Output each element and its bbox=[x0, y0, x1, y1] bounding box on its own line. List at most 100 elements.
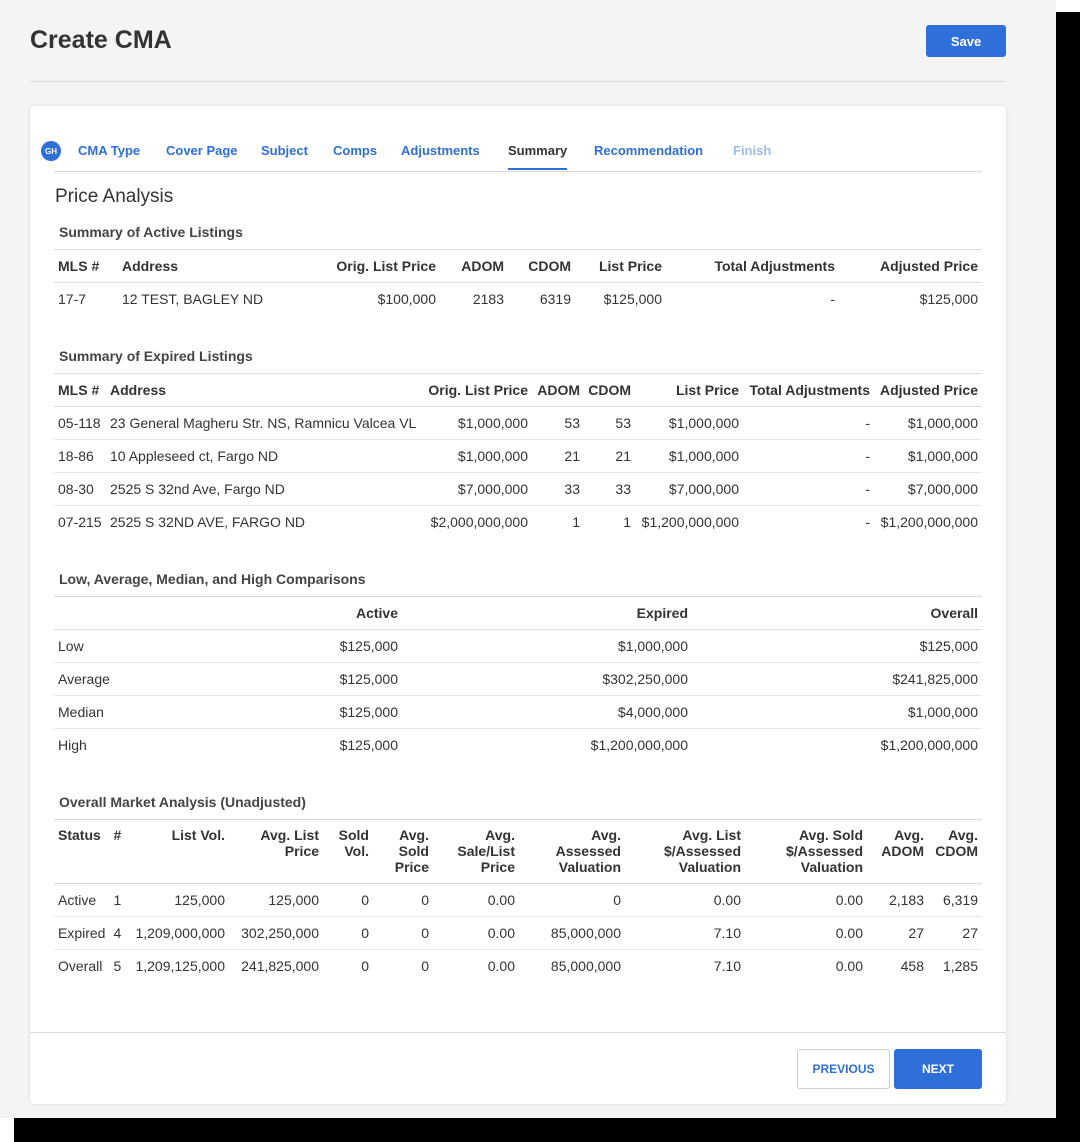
column-header: Orig. List Price bbox=[424, 373, 532, 407]
table-cell: 0 bbox=[373, 916, 433, 950]
table-cell: 07-215 bbox=[58, 514, 102, 531]
table-cell: 17-7 bbox=[58, 291, 87, 308]
next-button[interactable]: NEXT bbox=[894, 1049, 982, 1089]
tab-comps[interactable]: Comps bbox=[333, 143, 377, 158]
column-header: Expired bbox=[402, 596, 692, 630]
column-header: Avg. Sale/List Price bbox=[433, 819, 519, 884]
table-cell: 0.00 bbox=[835, 958, 863, 975]
table-cell: 18-86 bbox=[54, 439, 106, 473]
table-cell: 1 bbox=[109, 883, 132, 917]
active-listings-caption: Summary of Active Listings bbox=[59, 224, 243, 240]
column-header: Status bbox=[54, 819, 110, 884]
table-header-row: Status # List Vol. Avg. List Price Sold … bbox=[54, 819, 982, 884]
table-cell: - bbox=[743, 472, 874, 506]
column-header: List Vol. bbox=[131, 819, 229, 884]
column-header: ADOM bbox=[532, 373, 584, 407]
save-button[interactable]: Save bbox=[926, 25, 1006, 57]
table-cell: 33 bbox=[532, 472, 584, 506]
table-cell: 21 bbox=[584, 439, 635, 473]
table-cell: $1,000,000 bbox=[402, 629, 692, 663]
page-title: Create CMA bbox=[30, 26, 172, 54]
window-shadow bbox=[0, 1118, 1080, 1142]
table-cell: $1,200,000,000 bbox=[880, 514, 978, 531]
table-cell: $1,000,000 bbox=[424, 439, 532, 473]
table-cell: $1,000,000 bbox=[424, 406, 532, 440]
table-cell: $125,000 bbox=[134, 629, 402, 663]
column-header: Avg. List Price bbox=[229, 819, 323, 884]
table-cell: 05-118 bbox=[54, 406, 106, 440]
expired-listings-table: MLS # Address Orig. List Price ADOM CDOM… bbox=[54, 373, 982, 539]
table-header-row: MLS # Address Orig. List Price ADOM CDOM… bbox=[54, 249, 982, 283]
table-cell: $125,000 bbox=[919, 291, 978, 308]
table-cell: - bbox=[743, 439, 874, 473]
table-row: High $125,000 $1,200,000,000 $1,200,000,… bbox=[54, 729, 982, 762]
table-cell: Active bbox=[54, 883, 110, 917]
table-cell: $1,000,000 bbox=[692, 695, 982, 729]
tab-cover-page[interactable]: Cover Page bbox=[166, 143, 238, 158]
table-cell: 2,183 bbox=[867, 883, 928, 917]
market-analysis-table: Status # List Vol. Avg. List Price Sold … bbox=[54, 819, 982, 983]
table-cell: 2525 S 32ND AVE, FARGO ND bbox=[110, 514, 306, 531]
column-header: CDOM bbox=[508, 249, 575, 283]
table-cell: 5 bbox=[113, 958, 122, 975]
table-row: Active 1 125,000 125,000 0 0 0.00 0 0.00… bbox=[54, 883, 982, 917]
table-cell: 85,000,000 bbox=[550, 958, 621, 975]
column-header: Sold Vol. bbox=[323, 819, 373, 884]
table-cell: $1,000,000 bbox=[635, 406, 743, 440]
previous-button[interactable]: PREVIOUS bbox=[797, 1049, 890, 1089]
tab-recommendation[interactable]: Recommendation bbox=[594, 143, 703, 158]
footer-divider bbox=[30, 1032, 1006, 1033]
tab-summary[interactable]: Summary bbox=[508, 143, 568, 170]
table-cell: 0.00 bbox=[487, 958, 515, 975]
tab-subject[interactable]: Subject bbox=[261, 143, 308, 158]
table-row: 17-7 12 TEST, BAGLEY ND $100,000 2183 63… bbox=[54, 283, 982, 316]
table-cell: $7,000,000 bbox=[424, 472, 532, 506]
table-cell: 6319 bbox=[539, 291, 571, 308]
column-header: Address bbox=[118, 249, 318, 283]
table-cell: $100,000 bbox=[377, 291, 436, 308]
avatar[interactable]: GH bbox=[41, 141, 61, 161]
table-cell: Median bbox=[54, 695, 134, 729]
tab-cma-type[interactable]: CMA Type bbox=[78, 143, 140, 158]
column-header: List Price bbox=[635, 373, 743, 407]
column-header: Orig. List Price bbox=[318, 249, 440, 283]
table-cell: 08-30 bbox=[54, 472, 106, 506]
divider bbox=[30, 81, 1006, 82]
column-header: ADOM bbox=[440, 249, 508, 283]
table-cell: 1,285 bbox=[942, 958, 978, 975]
table-cell: - bbox=[743, 406, 874, 440]
table-cell: 2525 S 32nd Ave, Fargo ND bbox=[106, 472, 424, 506]
table-cell: 125,000 bbox=[131, 883, 229, 917]
table-cell: $4,000,000 bbox=[402, 695, 692, 729]
column-header: Total Adjustments bbox=[666, 249, 839, 283]
table-row: 08-30 2525 S 32nd Ave, Fargo ND $7,000,0… bbox=[54, 472, 982, 506]
tab-adjustments[interactable]: Adjustments bbox=[401, 143, 480, 158]
table-cell: $7,000,000 bbox=[635, 472, 743, 506]
column-header: Total Adjustments bbox=[743, 373, 874, 407]
table-cell: 12 TEST, BAGLEY ND bbox=[122, 291, 264, 308]
table-cell: - bbox=[865, 514, 870, 531]
table-cell: $2,000,000,000 bbox=[430, 514, 528, 531]
table-cell: 7.10 bbox=[625, 916, 745, 950]
table-cell: $1,000,000 bbox=[874, 406, 982, 440]
window-shadow-corner bbox=[0, 1118, 14, 1142]
table-cell: 0 bbox=[373, 883, 433, 917]
active-listings-table: MLS # Address Orig. List Price ADOM CDOM… bbox=[54, 249, 982, 316]
table-cell: 1,209,125,000 bbox=[135, 958, 225, 975]
table-cell: 0.00 bbox=[745, 883, 867, 917]
table-cell: 0.00 bbox=[625, 883, 745, 917]
table-cell: $241,825,000 bbox=[692, 662, 982, 696]
table-header-row: Active Expired Overall bbox=[54, 596, 982, 630]
market-analysis-caption: Overall Market Analysis (Unadjusted) bbox=[59, 794, 306, 810]
table-cell: 7.10 bbox=[713, 958, 741, 975]
table-row: Low $125,000 $1,000,000 $125,000 bbox=[54, 629, 982, 663]
column-header: Avg. Sold Price bbox=[373, 819, 433, 884]
column-header: Avg. CDOM bbox=[928, 819, 982, 884]
table-cell: $1,200,000,000 bbox=[880, 737, 978, 754]
table-cell: 53 bbox=[532, 406, 584, 440]
table-cell: 1,209,000,000 bbox=[131, 916, 229, 950]
column-header: Avg. Sold $/Assessed Valuation bbox=[745, 819, 867, 884]
table-cell: 0 bbox=[519, 883, 625, 917]
table-row: Average $125,000 $302,250,000 $241,825,0… bbox=[54, 662, 982, 696]
table-cell: High bbox=[58, 737, 87, 754]
